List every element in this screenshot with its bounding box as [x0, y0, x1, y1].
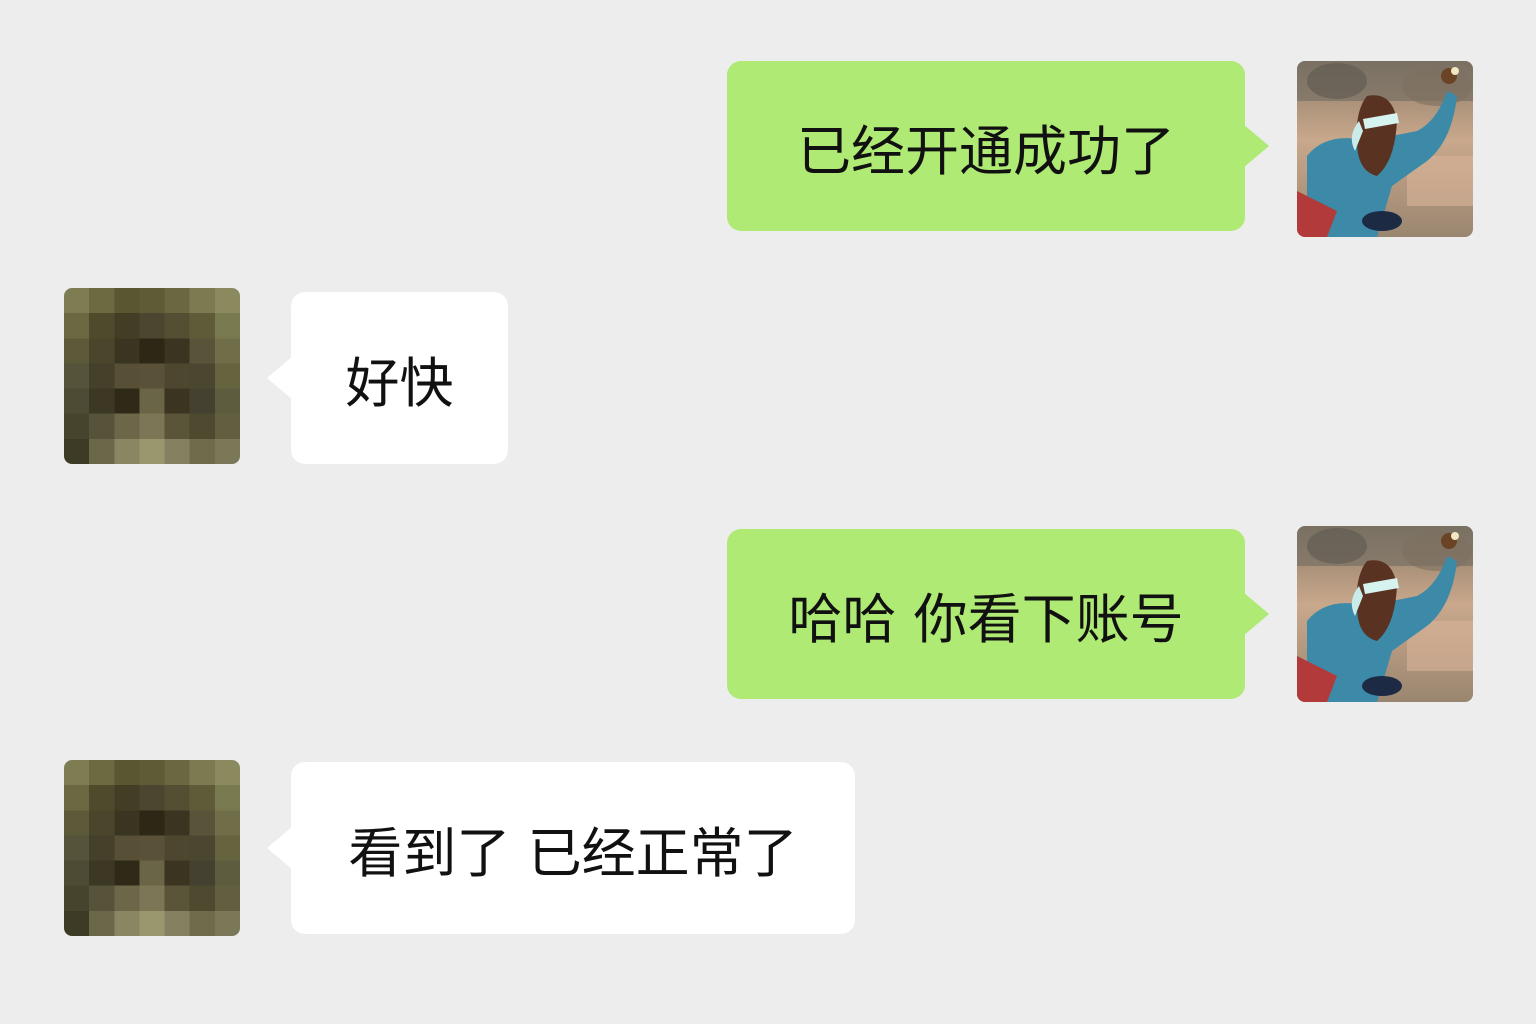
message-bubble-incoming[interactable]: 好快: [267, 292, 508, 464]
message-text: 好快: [345, 351, 454, 415]
contact-avatar-pixelated-icon: [64, 760, 240, 936]
contact-avatar[interactable]: [64, 760, 240, 936]
user-avatar[interactable]: [1297, 61, 1473, 237]
user-avatar-photo-icon: [1297, 61, 1473, 237]
message-bubble-incoming[interactable]: 看到了 已经正常了: [267, 762, 855, 934]
contact-avatar[interactable]: [64, 288, 240, 464]
message-bubble-outgoing[interactable]: 已经开通成功了: [727, 61, 1269, 231]
contact-avatar-pixelated-icon: [64, 288, 240, 464]
message-bubble-outgoing[interactable]: 哈哈 你看下账号: [727, 529, 1269, 699]
message-text: 看到了 已经正常了: [348, 821, 798, 885]
chat-window: 已经开通成功了 好快 哈哈 你看下账号 看到了 已经正常了: [0, 0, 1536, 1024]
message-text: 哈哈 你看下账号: [788, 587, 1184, 651]
user-avatar-photo-icon: [1297, 526, 1473, 702]
user-avatar[interactable]: [1297, 526, 1473, 702]
message-text: 已经开通成功了: [797, 119, 1175, 183]
